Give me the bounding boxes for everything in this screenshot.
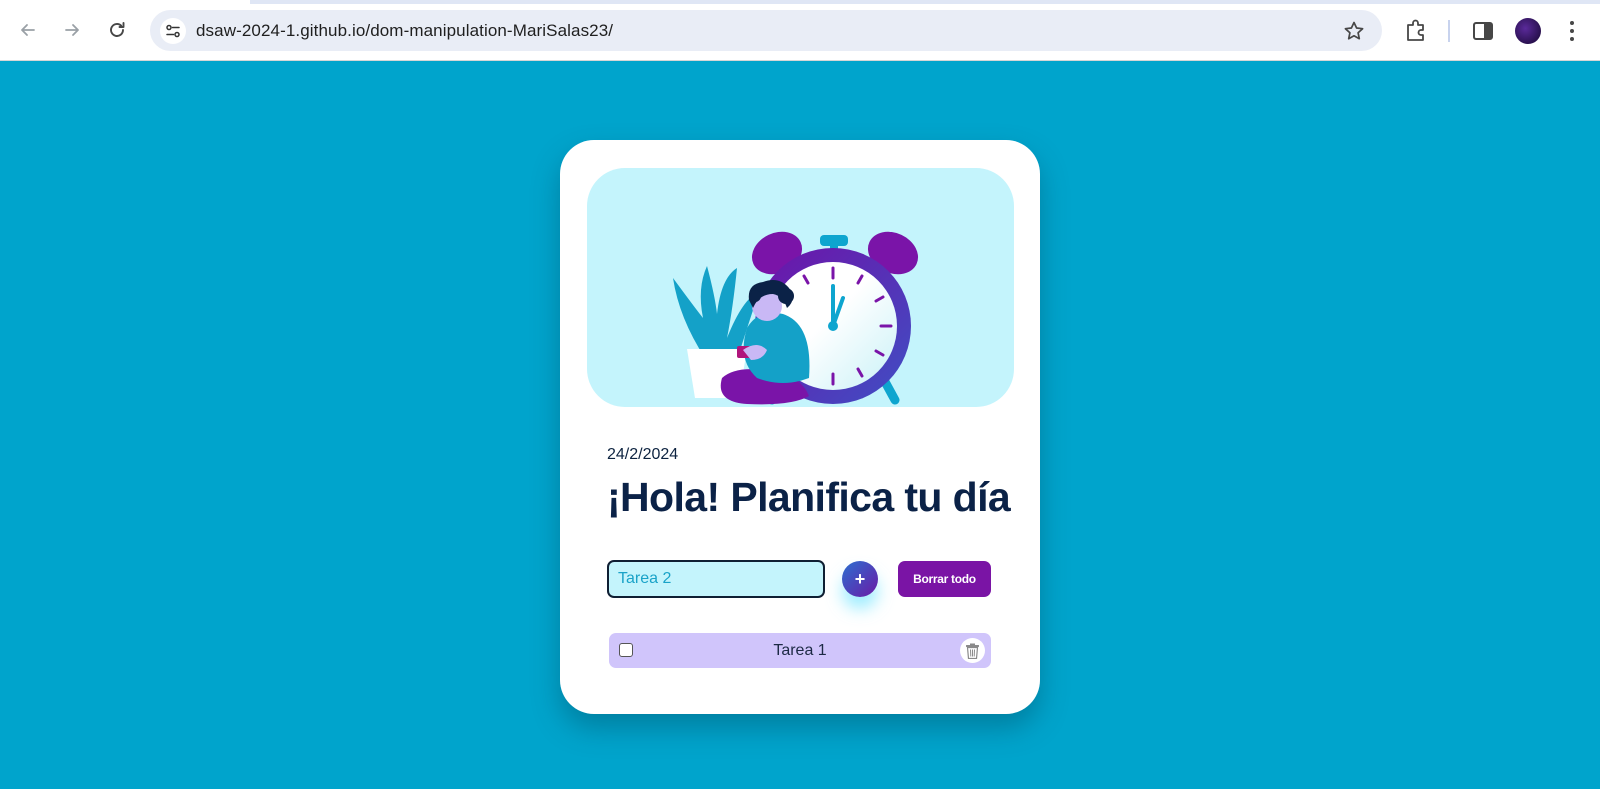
- alarm-clock-illustration: [673, 231, 919, 405]
- profile-avatar[interactable]: [1515, 18, 1541, 44]
- toolbar-separator: [1448, 20, 1450, 42]
- current-date: 24/2/2024: [607, 446, 679, 463]
- reload-icon: [110, 22, 125, 37]
- active-tab-edge: [0, 0, 250, 4]
- url-text[interactable]: dsaw-2024-1.github.io/dom-manipulation-M…: [196, 21, 613, 41]
- more-menu-icon[interactable]: [1560, 18, 1584, 44]
- delete-task-button[interactable]: [960, 638, 985, 663]
- back-button[interactable]: [12, 14, 44, 46]
- hero-illustration: [587, 168, 1014, 407]
- forward-arrow-icon: [65, 24, 79, 36]
- trash-icon: [966, 643, 979, 659]
- planner-card: 24/2/2024 ¡Hola! Planifica tu día + Borr…: [560, 140, 1040, 714]
- back-arrow-icon: [21, 24, 35, 36]
- task-input[interactable]: [607, 560, 825, 598]
- clear-all-button[interactable]: Borrar todo: [898, 561, 991, 597]
- site-settings-button[interactable]: [160, 18, 186, 44]
- reload-button[interactable]: [101, 14, 133, 46]
- forward-button[interactable]: [56, 14, 88, 46]
- extensions-puzzle-icon[interactable]: [1402, 16, 1430, 44]
- side-panel-icon[interactable]: [1470, 18, 1496, 44]
- page-title: ¡Hola! Planifica tu día: [607, 474, 1011, 520]
- site-settings-icon: [166, 24, 180, 38]
- bookmark-star-icon[interactable]: [1342, 19, 1366, 43]
- address-bar[interactable]: dsaw-2024-1.github.io/dom-manipulation-M…: [150, 10, 1382, 51]
- add-task-button[interactable]: +: [842, 561, 878, 597]
- browser-toolbar: dsaw-2024-1.github.io/dom-manipulation-M…: [0, 0, 1600, 61]
- task-item: Tarea 1: [609, 633, 991, 668]
- task-label: Tarea 1: [773, 642, 827, 659]
